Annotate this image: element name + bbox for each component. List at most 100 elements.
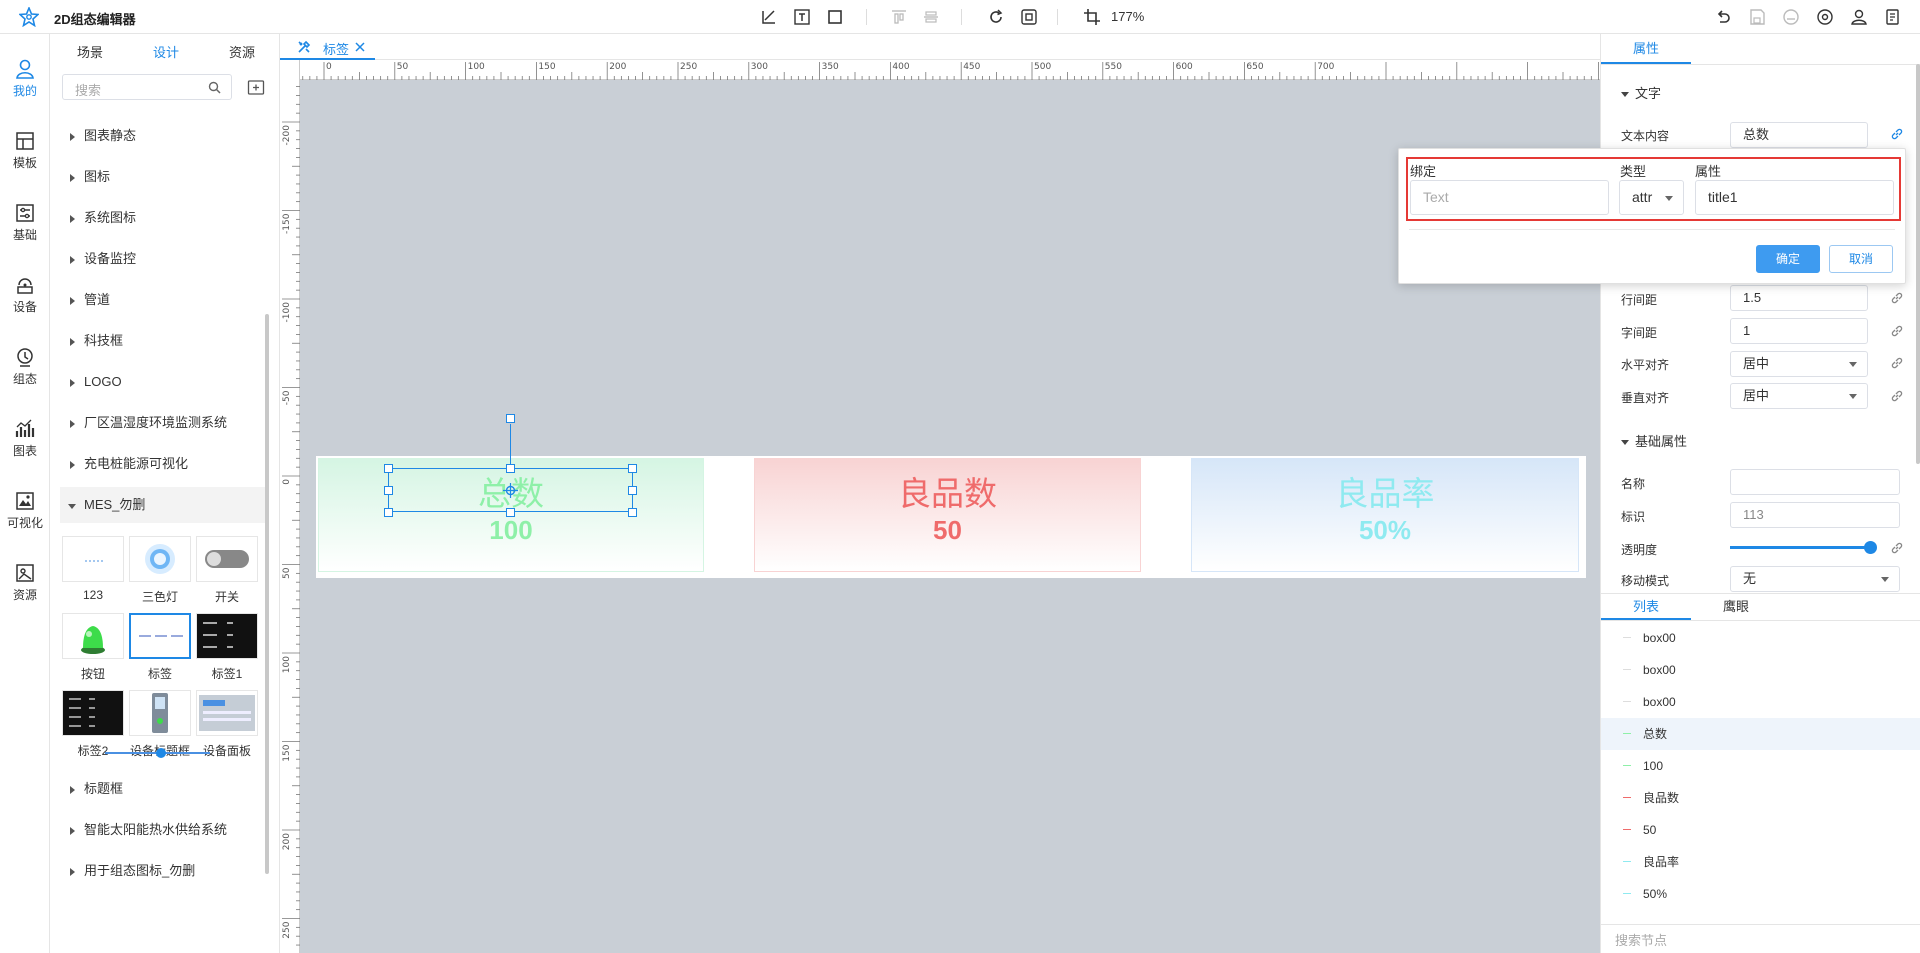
panel-scrollbar[interactable]	[265, 314, 269, 874]
tab-scene[interactable]: 场景	[77, 42, 103, 61]
tree-item[interactable]: 用于组态图标_勿删	[60, 853, 265, 889]
line-tool-icon[interactable]	[760, 8, 778, 26]
card-good-count[interactable]: 良品数 50	[754, 458, 1141, 572]
tree-item[interactable]: 标题框	[60, 771, 265, 807]
section-text[interactable]: 文字	[1621, 83, 1661, 102]
rail-item-resource[interactable]: 资源	[0, 554, 50, 618]
rail-item-config[interactable]: 组态	[0, 338, 50, 402]
link-icon[interactable]	[1890, 356, 1904, 370]
export-icon[interactable]	[1884, 8, 1902, 26]
align-middle-icon[interactable]	[922, 8, 940, 26]
resize-handle-w[interactable]	[384, 486, 393, 495]
tree-item[interactable]: 科技框	[60, 323, 265, 359]
tab-design[interactable]: 设计	[153, 42, 179, 61]
link-icon[interactable]	[1890, 389, 1904, 403]
id-input[interactable]: 113	[1730, 502, 1900, 528]
card-value[interactable]: 50%	[1192, 515, 1578, 546]
size-slider-handle[interactable]	[156, 748, 166, 758]
tab-list[interactable]: 列表	[1601, 594, 1691, 620]
text-tool-icon[interactable]	[793, 8, 811, 26]
resize-handle-s[interactable]	[506, 508, 515, 517]
rail-item-template[interactable]: 模板	[0, 122, 50, 186]
card-value[interactable]: 100	[319, 515, 703, 546]
zoom-level[interactable]: 177%	[1111, 9, 1144, 24]
v-align-select[interactable]: 居中	[1730, 383, 1868, 409]
card-title[interactable]: 良品数	[755, 467, 1140, 515]
link-icon[interactable]	[1890, 127, 1904, 141]
center-crosshair-icon[interactable]	[503, 483, 518, 498]
tree-item[interactable]: 设备监控	[60, 241, 265, 277]
card-good-rate[interactable]: 良品率 50%	[1191, 458, 1579, 572]
tab-resource[interactable]: 资源	[229, 42, 255, 61]
node-row[interactable]: box00	[1601, 622, 1920, 654]
component-tile[interactable]	[62, 613, 124, 659]
rotate-handle[interactable]	[506, 414, 515, 423]
crop-icon[interactable]	[1083, 8, 1101, 26]
link-icon[interactable]	[1890, 291, 1904, 305]
opacity-slider-handle[interactable]	[1864, 541, 1877, 554]
node-row[interactable]: 良品数	[1601, 782, 1920, 814]
preview-icon[interactable]	[1816, 8, 1834, 26]
rail-item-mine[interactable]: 我的	[0, 50, 50, 114]
resize-handle-se[interactable]	[628, 508, 637, 517]
cancel-button[interactable]: 取消	[1829, 245, 1893, 273]
node-row[interactable]: 50%	[1601, 878, 1920, 910]
rail-item-device[interactable]: 设备	[0, 266, 50, 330]
node-row[interactable]: box00	[1601, 686, 1920, 718]
component-tile[interactable]	[196, 613, 258, 659]
tab-eagle-eye[interactable]: 鹰眼	[1691, 594, 1781, 620]
cloud-icon[interactable]	[1782, 8, 1800, 26]
node-row[interactable]: 良品率	[1601, 846, 1920, 878]
section-basic[interactable]: 基础属性	[1621, 431, 1687, 450]
node-row[interactable]: 50	[1601, 814, 1920, 846]
resize-handle-sw[interactable]	[384, 508, 393, 517]
resize-handle-nw[interactable]	[384, 464, 393, 473]
card-title[interactable]: 良品率	[1192, 467, 1578, 515]
add-folder-icon[interactable]	[247, 78, 265, 96]
card-value[interactable]: 50	[755, 515, 1140, 546]
tree-item[interactable]: 厂区温湿度环境监测系统	[60, 405, 265, 441]
refresh-icon[interactable]	[987, 8, 1005, 26]
component-tile[interactable]	[62, 536, 124, 582]
fit-view-icon[interactable]	[1020, 8, 1038, 26]
panel-scrollbar[interactable]	[1916, 64, 1920, 464]
node-row[interactable]: 总数	[1601, 718, 1920, 750]
tree-item[interactable]: 智能太阳能热水供给系统	[60, 812, 265, 848]
opacity-slider[interactable]	[1730, 546, 1870, 549]
rail-item-visual[interactable]: 可视化	[0, 482, 50, 546]
resize-handle-n[interactable]	[506, 464, 515, 473]
doc-tab[interactable]: 标签	[280, 34, 375, 60]
component-tile[interactable]	[129, 690, 191, 736]
text-content-input[interactable]: 总数	[1730, 122, 1868, 148]
name-input[interactable]	[1730, 469, 1900, 495]
line-height-input[interactable]: 1.5	[1730, 285, 1868, 311]
resize-handle-e[interactable]	[628, 486, 637, 495]
component-tile[interactable]	[129, 536, 191, 582]
tree-item[interactable]: LOGO	[60, 364, 265, 400]
link-icon[interactable]	[1890, 541, 1904, 555]
link-icon[interactable]	[1890, 324, 1904, 338]
component-tile[interactable]	[62, 690, 124, 736]
save-icon[interactable]	[1748, 8, 1766, 26]
account-icon[interactable]	[1850, 8, 1868, 26]
undo-icon[interactable]	[1714, 8, 1732, 26]
component-search[interactable]: 搜索	[62, 74, 232, 100]
rectangle-tool-icon[interactable]	[826, 8, 844, 26]
tree-item[interactable]: 充电桩能源可视化	[60, 446, 265, 482]
component-tile[interactable]	[196, 536, 258, 582]
resize-handle-ne[interactable]	[628, 464, 637, 473]
tree-item[interactable]: 系统图标	[60, 200, 265, 236]
tree-item[interactable]: 图表静态	[60, 118, 265, 154]
h-align-select[interactable]: 居中	[1730, 351, 1868, 377]
rail-item-basic[interactable]: 基础	[0, 194, 50, 258]
move-mode-select[interactable]: 无	[1730, 566, 1900, 592]
confirm-button[interactable]: 确定	[1756, 245, 1820, 273]
component-tile[interactable]	[196, 690, 258, 736]
rail-item-chart[interactable]: 图表	[0, 410, 50, 474]
node-search-input[interactable]: 搜索节点	[1615, 930, 1667, 949]
component-tile[interactable]	[129, 613, 191, 659]
tree-item[interactable]: MES_勿删	[60, 487, 265, 523]
tree-item[interactable]: 管道	[60, 282, 265, 318]
tab-properties[interactable]: 属性	[1601, 34, 1691, 64]
search-input[interactable]: 搜索	[75, 80, 101, 99]
